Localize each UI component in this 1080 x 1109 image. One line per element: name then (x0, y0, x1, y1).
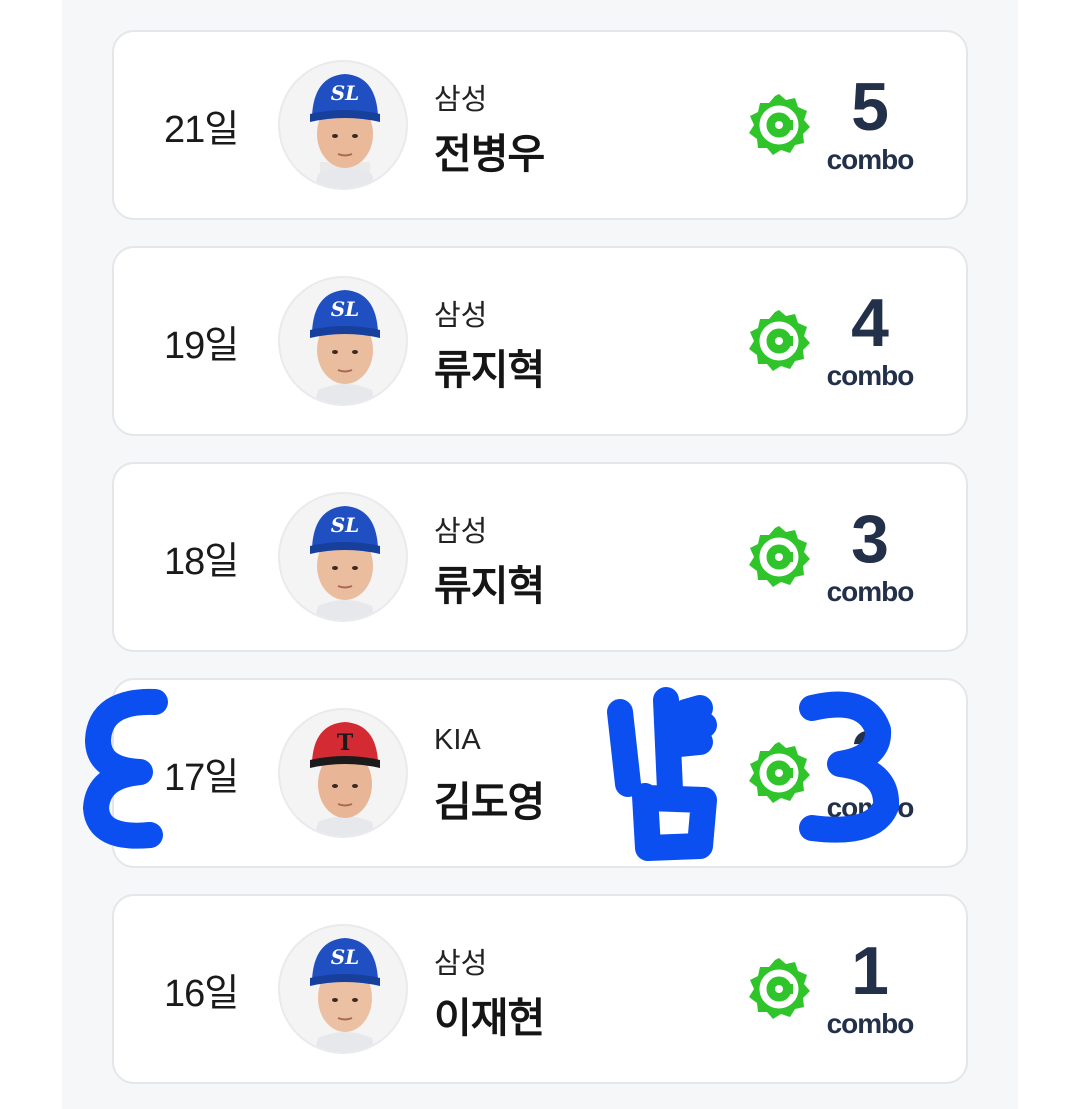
list-item[interactable]: 16일 SL 삼성 이재현 1 combo (112, 894, 968, 1084)
player-avatar: SL (278, 492, 408, 622)
team-name: 삼성 (434, 516, 488, 548)
combo-count: 3 (851, 501, 889, 577)
combo-badge-icon (746, 92, 812, 158)
day-label: 19일 (164, 324, 239, 367)
combo-label: combo (826, 144, 915, 175)
player-name: 류지혁 (434, 347, 545, 393)
list-item[interactable]: 21일 SL 삼성 전병우 5 combo (112, 30, 968, 220)
combo-label: combo (826, 576, 915, 607)
player-avatar: SL (278, 60, 408, 190)
player-name: 류지혁 (434, 563, 545, 609)
team-name: 삼성 (434, 300, 488, 332)
player-avatar: T (278, 708, 408, 838)
cap-logo-text: SL (331, 81, 360, 105)
combo-badge-icon (746, 524, 812, 590)
combo-count: 1 (851, 933, 889, 1009)
cap-logo-text: SL (331, 297, 360, 321)
player-name: 전병우 (434, 131, 545, 177)
cap-logo-text: SL (331, 945, 360, 969)
day-label: 17일 (164, 756, 239, 799)
combo-badge-icon (746, 956, 812, 1022)
list-item[interactable]: 17일 T KIA 김도영 2 combo (112, 678, 968, 868)
cap-logo-text: SL (331, 513, 360, 537)
combo-count: 4 (851, 285, 889, 361)
day-label: 21일 (164, 108, 239, 151)
combo-count: 5 (851, 69, 889, 145)
team-name: 삼성 (434, 948, 488, 980)
combo-count: 2 (851, 717, 889, 793)
list-item[interactable]: 18일 SL 삼성 류지혁 3 combo (112, 462, 968, 652)
combo-label: combo (826, 1008, 915, 1039)
day-label: 18일 (164, 540, 239, 583)
player-name: 김도영 (434, 779, 545, 825)
team-name: KIA (434, 724, 481, 756)
team-name: 삼성 (434, 84, 488, 116)
player-name: 이재현 (434, 995, 545, 1041)
player-avatar: SL (278, 276, 408, 406)
combo-label: combo (826, 792, 915, 823)
day-label: 16일 (164, 972, 239, 1015)
cap-logo-text: T (337, 730, 354, 756)
combo-label: combo (826, 360, 915, 391)
combo-badge-icon (746, 308, 812, 374)
list-item[interactable]: 19일 SL 삼성 류지혁 4 combo (112, 246, 968, 436)
combo-badge-icon (746, 740, 812, 806)
player-avatar: SL (278, 924, 408, 1054)
